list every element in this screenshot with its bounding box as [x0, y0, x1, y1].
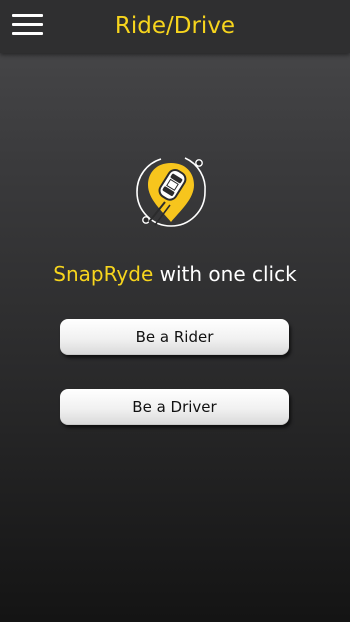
be-a-rider-button[interactable]: Be a Rider [60, 319, 289, 355]
menu-line [12, 14, 43, 17]
tagline-text: with one click [153, 262, 297, 286]
be-a-driver-button[interactable]: Be a Driver [60, 389, 289, 425]
page-title: Ride/Drive [114, 13, 236, 39]
screen: Ride/Drive SnapRyde with one click Be a … [0, 0, 350, 622]
hamburger-menu-icon[interactable] [12, 14, 44, 38]
brand-name: SnapRyde [53, 262, 154, 286]
menu-line [12, 23, 43, 26]
top-app-bar: Ride/Drive [0, 0, 350, 53]
menu-line [12, 32, 43, 35]
location-pin-car-icon [136, 157, 206, 227]
tagline: SnapRyde with one click [0, 262, 350, 286]
